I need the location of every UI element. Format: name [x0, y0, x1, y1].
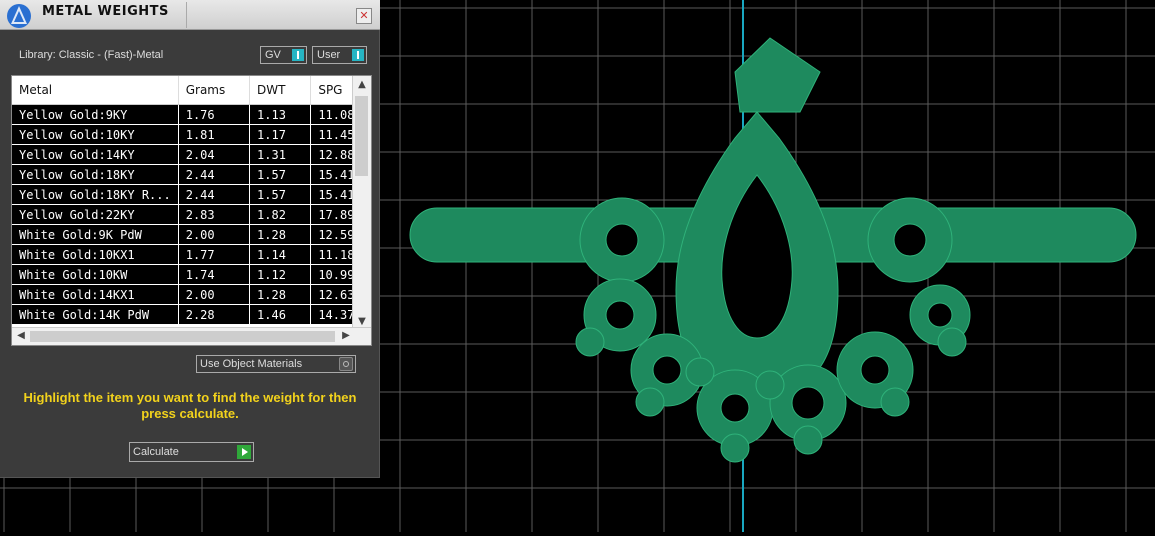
grams-cell: 2.83: [178, 204, 251, 225]
calculate-button[interactable]: Calculate: [129, 442, 254, 462]
metal-cell: Yellow Gold:22KY: [12, 204, 179, 225]
grams-cell: 2.00: [178, 284, 251, 305]
table-row[interactable]: Yellow Gold:14KY 2.04 1.31 12.88: [12, 144, 371, 165]
table-header-row: Metal Grams DWT SPG: [12, 76, 371, 105]
table-row[interactable]: Yellow Gold:9KY 1.76 1.13 11.08: [12, 104, 371, 125]
grams-cell: 1.81: [178, 124, 251, 145]
metal-cell: White Gold:10KX1: [12, 244, 179, 265]
use-object-materials-toggle[interactable]: Use Object Materials: [196, 355, 356, 373]
scroll-down-icon[interactable]: ▼: [353, 316, 371, 327]
use-object-materials-label: Use Object Materials: [200, 358, 303, 370]
metal-weights-panel: METAL WEIGHTS ✕ Library: Classic - (Fast…: [0, 0, 380, 478]
dwt-cell: 1.57: [249, 164, 312, 185]
vertical-scroll-thumb[interactable]: [355, 96, 368, 176]
horizontal-scroll-thumb[interactable]: [30, 331, 335, 342]
grams-cell: 1.77: [178, 244, 251, 265]
metal-cell: Yellow Gold:18KY R...: [12, 184, 179, 205]
gv-label: GV: [265, 49, 281, 61]
library-label: Library: Classic - (Fast)-Metal: [19, 49, 164, 61]
table-row[interactable]: White Gold:10KW 1.74 1.12 10.99: [12, 264, 371, 285]
panel-title: METAL WEIGHTS: [42, 4, 169, 19]
app-logo-icon: [7, 4, 31, 28]
column-header-grams[interactable]: Grams: [178, 76, 251, 105]
title-divider: [186, 2, 187, 28]
dwt-cell: 1.12: [249, 264, 312, 285]
dwt-cell: 1.57: [249, 184, 312, 205]
close-icon[interactable]: ✕: [356, 8, 372, 24]
play-icon: [237, 445, 251, 459]
dwt-cell: 1.82: [249, 204, 312, 225]
toggle-switch-icon: [292, 49, 304, 61]
table-row[interactable]: Yellow Gold:10KY 1.81 1.17 11.45: [12, 124, 371, 145]
dwt-cell: 1.13: [249, 104, 312, 125]
metal-cell: White Gold:14KX1: [12, 284, 179, 305]
grams-cell: 2.44: [178, 184, 251, 205]
dwt-cell: 1.28: [249, 284, 312, 305]
metal-cell: Yellow Gold:10KY: [12, 124, 179, 145]
toggle-switch-icon: [352, 49, 364, 61]
user-toggle[interactable]: User: [312, 46, 367, 64]
scroll-up-icon[interactable]: ▲: [353, 79, 371, 90]
table-row[interactable]: White Gold:14KX1 2.00 1.28 12.63: [12, 284, 371, 305]
calculate-label: Calculate: [133, 446, 179, 458]
table-row[interactable]: Yellow Gold:18KY 2.44 1.57 15.41: [12, 164, 371, 185]
metal-cell: White Gold:10KW: [12, 264, 179, 285]
grams-cell: 1.76: [178, 104, 251, 125]
vertical-scrollbar[interactable]: ▲ ▼: [352, 76, 371, 329]
dwt-cell: 1.46: [249, 304, 312, 325]
instruction-text: Highlight the item you want to find the …: [23, 390, 357, 421]
metal-cell: Yellow Gold:9KY: [12, 104, 179, 125]
metal-cell: Yellow Gold:18KY: [12, 164, 179, 185]
metal-cell: White Gold:14K PdW: [12, 304, 179, 325]
table-row[interactable]: Yellow Gold:18KY R... 2.44 1.57 15.41: [12, 184, 371, 205]
scroll-left-icon[interactable]: ◀: [12, 330, 30, 341]
user-label: User: [317, 49, 341, 61]
table-row[interactable]: White Gold:10KX1 1.77 1.14 11.18: [12, 244, 371, 265]
radio-icon: [339, 357, 353, 371]
grams-cell: 2.28: [178, 304, 251, 325]
table-row[interactable]: Yellow Gold:22KY 2.83 1.82 17.89: [12, 204, 371, 225]
table-row[interactable]: White Gold:9K PdW 2.00 1.28 12.59: [12, 224, 371, 245]
dwt-cell: 1.31: [249, 144, 312, 165]
dwt-cell: 1.28: [249, 224, 312, 245]
table-row[interactable]: White Gold:14K PdW 2.28 1.46 14.37: [12, 304, 371, 325]
grams-cell: 2.04: [178, 144, 251, 165]
dwt-cell: 1.14: [249, 244, 312, 265]
horizontal-scrollbar[interactable]: ◀ ▶: [12, 327, 371, 345]
grams-cell: 2.00: [178, 224, 251, 245]
dwt-cell: 1.17: [249, 124, 312, 145]
grams-cell: 2.44: [178, 164, 251, 185]
gv-toggle[interactable]: GV: [260, 46, 307, 64]
metal-cell: White Gold:9K PdW: [12, 224, 179, 245]
column-header-metal[interactable]: Metal: [12, 76, 179, 105]
panel-titlebar[interactable]: METAL WEIGHTS ✕: [0, 0, 380, 30]
metal-cell: Yellow Gold:14KY: [12, 144, 179, 165]
grams-cell: 1.74: [178, 264, 251, 285]
column-header-dwt[interactable]: DWT: [249, 76, 312, 105]
scroll-right-icon[interactable]: ▶: [337, 330, 355, 341]
metal-table[interactable]: Metal Grams DWT SPG Yellow Gold:9KY 1.76 1…: [11, 75, 372, 346]
ring-model[interactable]: [409, 37, 1137, 463]
